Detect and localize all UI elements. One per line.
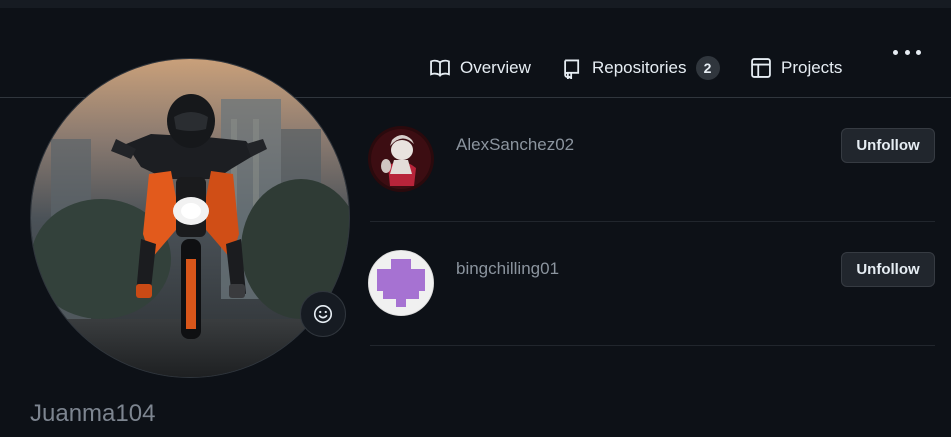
identicon-image <box>369 251 433 315</box>
tab-overview-label: Overview <box>460 58 531 77</box>
tab-projects-label: Projects <box>781 58 843 77</box>
motorcycle-photo <box>31 59 349 377</box>
user-name-link[interactable]: AlexSanchez02 <box>456 135 574 155</box>
profile-username: Juanma104 <box>30 400 156 427</box>
user-avatar[interactable] <box>368 126 434 192</box>
tab-overview[interactable]: Overview <box>429 48 531 88</box>
set-status-button[interactable] <box>300 291 346 337</box>
list-item: bingchilling01 Unfollow <box>368 222 935 346</box>
repositories-count-badge: 2 <box>695 56 720 80</box>
book-icon <box>430 59 450 77</box>
tab-projects[interactable]: Projects <box>750 48 842 88</box>
table-icon <box>751 58 771 78</box>
smiley-icon <box>313 304 333 324</box>
repo-icon <box>564 59 580 79</box>
user-name-link[interactable]: bingchilling01 <box>456 259 559 279</box>
tab-repositories-label: Repositories <box>592 58 687 77</box>
user-avatar-image <box>368 126 434 192</box>
profile-avatar[interactable] <box>30 58 350 378</box>
unfollow-button[interactable]: Unfollow <box>841 128 935 163</box>
top-header-bar <box>0 0 951 8</box>
more-options-button[interactable] <box>893 34 921 56</box>
kebab-horizontal-icon <box>893 42 921 62</box>
unfollow-button[interactable]: Unfollow <box>841 252 935 287</box>
user-avatar[interactable] <box>368 250 434 316</box>
row-divider <box>370 345 935 346</box>
tab-repositories[interactable]: Repositories 2 <box>561 48 720 88</box>
list-item: AlexSanchez02 Unfollow <box>368 98 935 222</box>
